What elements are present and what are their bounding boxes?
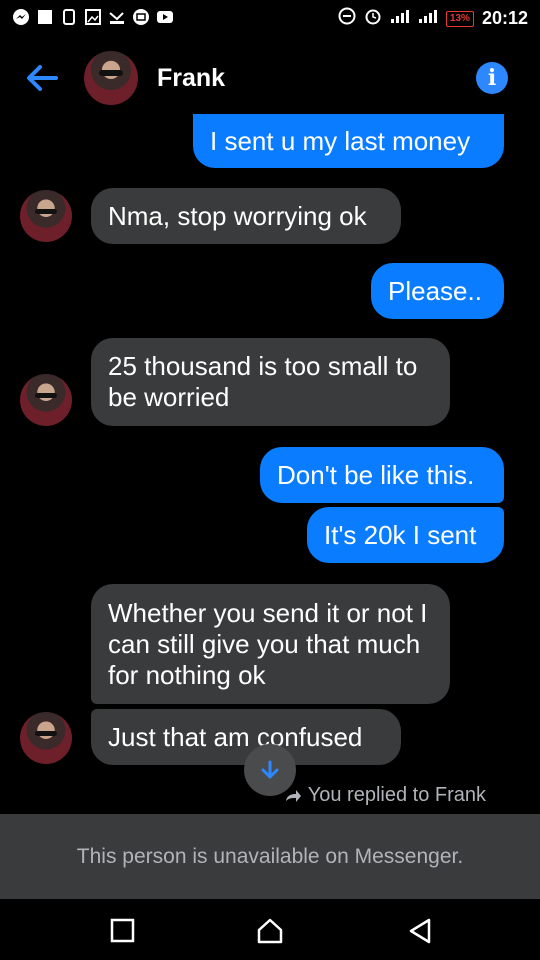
message-bubble-incoming[interactable]: Whether you send it or not I can still g…: [91, 584, 450, 704]
message-bubble-outgoing[interactable]: Please..: [371, 263, 504, 319]
reply-indicator: You replied to Frank: [284, 784, 486, 807]
mail-icon: [132, 8, 150, 26]
dnd-icon: [338, 7, 356, 30]
signal-2-icon: [418, 8, 438, 29]
notification-square-icon: [36, 8, 54, 26]
unavailable-text: This person is unavailable on Messenger.: [76, 844, 464, 868]
message-bubble-incoming[interactable]: Just that am confused: [91, 709, 401, 765]
unavailable-banner: This person is unavailable on Messenger.: [0, 814, 540, 899]
status-bar: 13% 20:12: [0, 0, 540, 38]
alarm-icon: [364, 7, 382, 30]
message-bubble-outgoing[interactable]: Don't be like this.: [260, 447, 504, 503]
clock: 20:12: [481, 8, 528, 28]
battery-indicator: 13%: [445, 10, 474, 27]
recents-button[interactable]: [108, 916, 138, 946]
signal-1-icon: [390, 8, 410, 29]
message-bubble-outgoing[interactable]: I sent u my last money: [193, 114, 504, 168]
square-icon: [110, 918, 135, 943]
missed-call-icon: [108, 8, 126, 26]
reply-arrow-icon: [285, 789, 301, 802]
arrow-left-icon: [27, 65, 58, 91]
youtube-icon: [156, 8, 174, 26]
reply-indicator-text: You replied to Frank: [307, 784, 486, 806]
triangle-back-icon: [409, 918, 431, 944]
message-avatar[interactable]: [20, 712, 72, 764]
contact-avatar[interactable]: [84, 51, 138, 105]
back-nav-button[interactable]: [405, 916, 435, 946]
contact-name[interactable]: Frank: [157, 64, 225, 93]
home-button[interactable]: [255, 916, 285, 946]
info-icon[interactable]: i: [476, 62, 508, 94]
messenger-icon: [12, 8, 30, 26]
message-bubble-incoming[interactable]: Nma, stop worrying ok: [91, 188, 401, 244]
message-bubble-outgoing[interactable]: It's 20k I sent: [307, 507, 504, 563]
message-bubble-incoming[interactable]: 25 thousand is too small to be worried: [91, 338, 450, 426]
gallery-icon: [84, 8, 102, 26]
message-avatar[interactable]: [20, 190, 72, 242]
home-icon: [257, 918, 283, 944]
arrow-down-icon: [261, 760, 279, 779]
chat-header: Frank i: [0, 44, 540, 114]
sim-icon: [60, 8, 78, 26]
navigation-bar: [0, 900, 540, 960]
message-avatar[interactable]: [20, 374, 72, 426]
back-button[interactable]: [22, 58, 62, 98]
